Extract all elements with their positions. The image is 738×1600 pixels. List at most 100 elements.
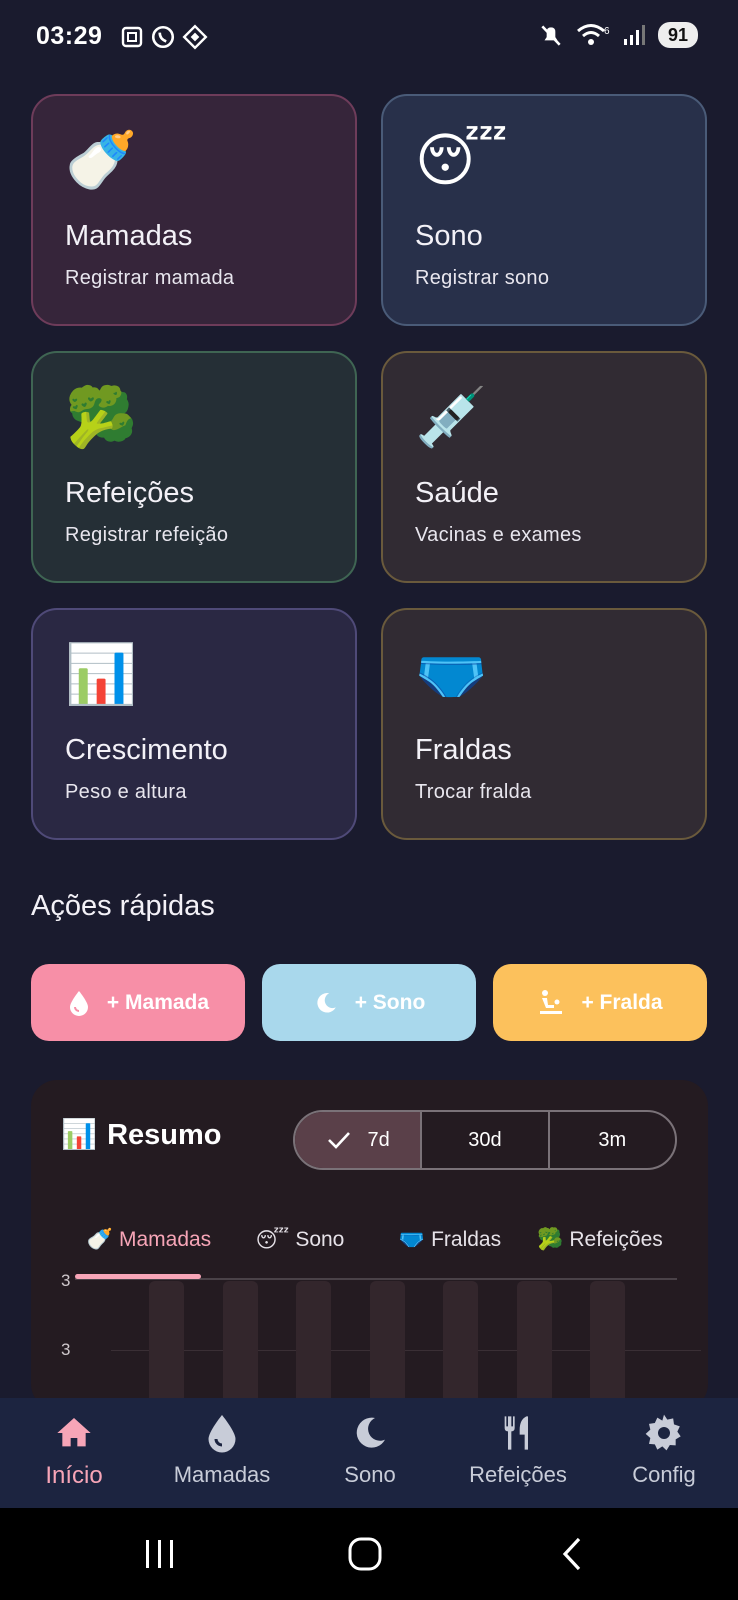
syringe-icon: 💉: [415, 385, 488, 450]
card-title: Mamadas: [65, 220, 193, 252]
y-tick-label: 3: [61, 1271, 71, 1290]
back-icon[interactable]: [560, 1536, 584, 1572]
tab-fraldas[interactable]: 🩲 Fraldas: [375, 1220, 525, 1260]
card-crescimento[interactable]: 📊 Crescimento Peso e altura: [31, 608, 357, 840]
nav-label: Sono: [344, 1462, 396, 1487]
recent-apps-icon[interactable]: [142, 1538, 178, 1570]
card-subtitle: Vacinas e exames: [415, 524, 582, 546]
tab-mamadas[interactable]: 🍼 Mamadas: [73, 1220, 225, 1260]
status-system-icons: 6 91: [538, 22, 698, 48]
sleeping-face-icon: 😴: [415, 128, 509, 193]
bottom-navigation: Início Mamadas Sono Refeições Config: [0, 1398, 738, 1508]
bar-background: [590, 1281, 625, 1410]
nav-refeicoes[interactable]: Refeições: [444, 1412, 592, 1488]
card-subtitle: Registrar refeição: [65, 524, 229, 546]
card-title: Saúde: [415, 477, 499, 509]
card-subtitle: Trocar fralda: [415, 781, 532, 803]
home-icon: [57, 1418, 91, 1447]
mute-icon: [541, 25, 561, 46]
period-label: 7d: [367, 1128, 390, 1151]
y-tick-label: 3: [61, 1340, 71, 1359]
broccoli-icon: 🥦: [537, 1228, 564, 1251]
bar-background: [516, 1281, 552, 1410]
period-label: 30d: [468, 1128, 502, 1151]
tab-label: Mamadas: [118, 1228, 212, 1251]
diaper-icon: 🩲: [398, 1228, 426, 1251]
nav-config[interactable]: Config: [590, 1412, 738, 1488]
quick-actions-title: Ações rápidas: [31, 890, 215, 922]
tab-refeicoes[interactable]: 🥦 Refeições: [525, 1220, 675, 1260]
gear-icon: [645, 1414, 681, 1451]
card-title: Crescimento: [65, 734, 228, 766]
home-button-icon[interactable]: [347, 1536, 383, 1572]
summary-title: 📊 Resumo: [61, 1118, 222, 1152]
card-refeicoes[interactable]: 🥦 Refeições Registrar refeição: [31, 351, 357, 583]
card-fraldas[interactable]: 🩲 Fraldas Trocar fralda: [381, 608, 707, 840]
whatsapp-icon: [151, 25, 175, 49]
broccoli-icon: 🥦: [65, 385, 138, 450]
app-root: 03:29 6 91 🍼 Mamadas Registrar mamada 😴 …: [0, 0, 738, 1600]
baby-bottle-icon: 🍼: [86, 1228, 113, 1251]
card-title: Refeições: [65, 477, 194, 509]
card-title: Fraldas: [415, 734, 512, 766]
period-label: 3m: [598, 1128, 627, 1151]
nav-inicio[interactable]: Início: [0, 1412, 148, 1490]
screenshot-icon: [121, 26, 143, 48]
card-saude[interactable]: 💉 Saúde Vacinas e exames: [381, 351, 707, 583]
card-sono[interactable]: 😴 Sono Registrar sono: [381, 94, 707, 326]
baby-bottle-icon: 🍼: [65, 128, 138, 193]
drop-icon: [208, 1415, 236, 1453]
chart-emoji-icon: 📊: [61, 1119, 98, 1151]
add-mamada-label: + Mamada: [106, 990, 210, 1014]
svg-text:6: 6: [604, 26, 610, 37]
summary-tabs: 🍼 Mamadas 😴 Sono 🩲 Fraldas 🥦 Refeições: [73, 1220, 675, 1260]
utensils-icon: [504, 1416, 528, 1450]
system-navigation-bar: [0, 1508, 738, 1600]
period-selector: 7d 30d 3m: [293, 1110, 677, 1170]
tab-active-indicator: [75, 1274, 201, 1279]
tab-label: Refeições: [569, 1228, 663, 1251]
moon-icon: [356, 1417, 385, 1448]
card-subtitle: Registrar mamada: [65, 267, 235, 289]
nav-label: Refeições: [469, 1462, 567, 1487]
tab-label: Sono: [295, 1228, 345, 1251]
status-bar: 03:29 6 91: [0, 0, 738, 78]
period-7d[interactable]: 7d: [295, 1112, 423, 1168]
diaper-icon: 🩲: [415, 642, 488, 707]
moon-icon: [317, 992, 336, 1013]
wifi-icon: 6: [577, 24, 610, 45]
nav-label: Config: [632, 1462, 696, 1487]
sleeping-face-icon: 😴: [255, 1228, 290, 1252]
status-time: 03:29: [36, 22, 103, 50]
battery-level: 91: [657, 22, 698, 48]
card-subtitle: Registrar sono: [415, 267, 550, 289]
period-3m[interactable]: 3m: [550, 1112, 675, 1168]
card-subtitle: Peso e altura: [65, 781, 187, 803]
add-fralda-button[interactable]: + Fralda: [493, 964, 707, 1041]
summary-title-text: Resumo: [107, 1118, 222, 1151]
signal-icon: [623, 25, 645, 45]
period-30d[interactable]: 30d: [422, 1112, 550, 1168]
nav-label: Início: [45, 1462, 103, 1489]
bar-background: [149, 1281, 184, 1410]
baby-changing-icon: [540, 989, 563, 1014]
tab-sono[interactable]: 😴 Sono: [225, 1220, 375, 1260]
check-icon: [327, 1132, 350, 1149]
add-sono-button[interactable]: + Sono: [262, 964, 476, 1041]
tab-label: Fraldas: [431, 1228, 502, 1251]
drop-icon: [69, 990, 88, 1016]
status-notification-icons: [120, 24, 208, 50]
nav-label: Mamadas: [173, 1462, 271, 1487]
card-title: Sono: [415, 220, 483, 252]
bar-background: [443, 1281, 478, 1410]
bar-chart-icon: 📊: [65, 642, 138, 707]
bar-background: [296, 1281, 331, 1410]
add-fralda-label: + Fralda: [581, 990, 663, 1014]
card-mamadas[interactable]: 🍼 Mamadas Registrar mamada: [31, 94, 357, 326]
nav-mamadas[interactable]: Mamadas: [148, 1412, 296, 1488]
summary-panel: 📊 Resumo 7d 30d 3m 🍼 Mamadas 😴 Sono 🩲 Fr…: [31, 1080, 708, 1410]
diamond-app-icon: [182, 24, 208, 50]
nav-sono[interactable]: Sono: [296, 1412, 444, 1488]
add-mamada-button[interactable]: + Mamada: [31, 964, 245, 1041]
bar-background: [222, 1281, 258, 1410]
